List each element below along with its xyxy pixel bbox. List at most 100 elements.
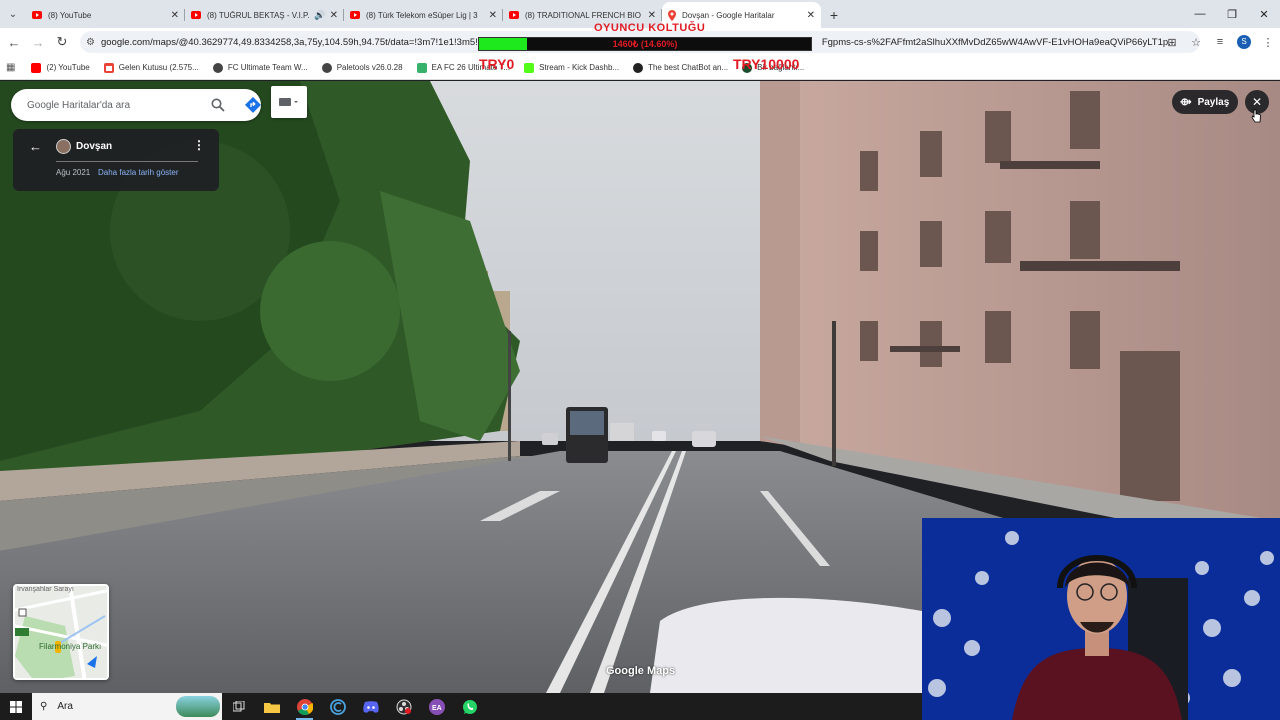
bookmarks-bar: ▦ (2) YouTube Gelen Kutusu (2.575... FC …	[0, 56, 1280, 80]
back-arrow-icon[interactable]: ←	[29, 139, 42, 154]
browser-tab[interactable]: (8) YouTube ✕	[26, 2, 185, 28]
obs-icon[interactable]	[387, 693, 420, 720]
donation-max-label: TRY10000	[733, 56, 800, 72]
media-control-icon[interactable]: ≡	[1208, 36, 1232, 48]
google-maps-watermark: Google Maps	[606, 665, 676, 677]
bookmark-label: Stream - Kick Dashb...	[539, 63, 620, 72]
webcam-overlay	[922, 518, 1280, 720]
bookmark-item[interactable]: Stream - Kick Dashb...	[524, 62, 620, 73]
taskbar-search-placeholder: Ara	[57, 701, 73, 712]
kick-icon	[524, 62, 535, 73]
site-settings-icon[interactable]: ⚙	[86, 37, 95, 48]
bookmark-item[interactable]: Paletools v26.0.28	[321, 62, 403, 73]
tab-label: (8) Türk Telekom eSüper Lig | 3	[366, 10, 478, 20]
youtube-icon	[509, 11, 519, 19]
tab-close-icon[interactable]: ✕	[648, 10, 656, 21]
restore-icon[interactable]: ❐	[1216, 0, 1248, 28]
overlay-title: OYUNCU KOLTUĞU	[594, 22, 706, 34]
ccleaner-icon[interactable]	[321, 693, 354, 720]
youtube-icon	[31, 62, 42, 73]
bookmark-label: FC Ultimate Team W...	[227, 63, 308, 72]
tab-label: (8) TUĞRUL BEKTAŞ - V.I.P.	[207, 10, 310, 20]
avatar[interactable]	[56, 139, 71, 154]
keyboard-shortcuts-button[interactable]	[271, 86, 307, 118]
bookmark-label: (2) YouTube	[46, 63, 90, 72]
minimap-label: İrvanşahlar Sarayı	[17, 586, 74, 593]
menu-icon[interactable]: ⋮	[1256, 36, 1280, 49]
start-button[interactable]	[0, 693, 32, 720]
taskbar-search[interactable]: ⚲ Ara	[32, 693, 222, 720]
install-app-icon[interactable]: ⊞	[1160, 36, 1184, 49]
maps-search-box[interactable]	[11, 89, 261, 121]
ea-fc-icon	[416, 62, 427, 73]
search-icon[interactable]	[211, 98, 225, 112]
tab-close-icon[interactable]: ✕	[330, 10, 338, 21]
minimap-park-label: Filarmoniya Parkı	[39, 642, 102, 651]
windows-taskbar: ⚲ Ara EA	[0, 693, 922, 720]
close-window-icon[interactable]: ✕	[1248, 0, 1280, 28]
more-options-icon[interactable]: ⋮	[193, 138, 205, 152]
windows-logo-icon	[10, 700, 22, 713]
share-button[interactable]: ⟴ Paylaş	[1172, 90, 1238, 114]
file-explorer-icon[interactable]	[255, 693, 288, 720]
donation-progress-bar: 1460₺ (14.60%)	[478, 37, 812, 51]
browser-tab[interactable]: (8) Türk Telekom eSüper Lig | 3 ✕	[344, 2, 503, 28]
back-icon[interactable]: ←	[2, 30, 26, 54]
chrome-icon[interactable]	[288, 693, 321, 720]
bookmark-item[interactable]: (2) YouTube	[31, 62, 90, 73]
bookmark-item[interactable]: The best ChatBot an...	[633, 62, 729, 73]
divider	[56, 161, 198, 162]
bookmark-label: Gelen Kutusu (2.575...	[118, 63, 199, 72]
ea-app-icon[interactable]: EA	[420, 693, 453, 720]
donation-min-label: TRY0	[479, 56, 515, 72]
bookmark-item[interactable]: FC Ultimate Team W...	[212, 62, 308, 73]
capture-date: Ağu 2021	[56, 168, 91, 177]
tab-close-icon[interactable]: ✕	[807, 10, 815, 21]
new-tab-button[interactable]: +	[821, 2, 847, 28]
tab-label: Dovşan - Google Haritalar	[682, 10, 775, 20]
share-label: Paylaş	[1197, 96, 1230, 108]
minimize-icon[interactable]: —	[1184, 0, 1216, 28]
donation-progress-value: 1460₺ (14.60%)	[612, 39, 678, 49]
youtube-icon	[350, 11, 360, 19]
minimap-map	[15, 586, 107, 678]
task-view-icon[interactable]	[222, 693, 255, 720]
palette-icon	[321, 62, 332, 73]
search-highlight-image	[176, 696, 220, 717]
toolbar-right: ⊞ ☆ ≡ S ⋮	[1160, 30, 1280, 54]
tab-close-icon[interactable]: ✕	[489, 10, 497, 21]
bookmark-star-icon[interactable]: ☆	[1184, 36, 1208, 49]
keyboard-icon	[279, 98, 298, 106]
browser-tab[interactable]: (8) TUĞRUL BEKTAŞ - V.I.P. 🔊 ✕	[185, 2, 344, 28]
google-maps-icon	[668, 9, 676, 21]
maps-search-input[interactable]	[27, 99, 197, 111]
place-name: Dovşan	[76, 141, 113, 152]
chatgpt-icon	[633, 62, 644, 73]
bookmark-label: Paletools v26.0.28	[336, 63, 403, 72]
reload-icon[interactable]: ↻	[50, 30, 74, 54]
bookmark-item[interactable]: Gelen Kutusu (2.575...	[103, 62, 199, 73]
apps-grid-icon[interactable]: ▦	[6, 62, 15, 73]
forward-icon[interactable]: →	[26, 30, 50, 54]
bookmark-label: The best ChatBot an...	[648, 63, 729, 72]
profile-avatar[interactable]: S	[1237, 35, 1251, 49]
hand-cursor-icon	[1251, 109, 1261, 123]
directions-icon[interactable]	[245, 97, 261, 113]
webcam-feed	[922, 518, 1280, 720]
tab-close-icon[interactable]: ✕	[171, 10, 179, 21]
whatsapp-icon[interactable]	[453, 693, 486, 720]
tab-label: (8) TRADITIONAL FRENCH BIO	[525, 10, 642, 20]
youtube-icon	[32, 11, 42, 19]
more-dates-link[interactable]: Daha fazla tarih göster	[98, 168, 179, 177]
speaker-icon[interactable]: 🔊	[314, 10, 325, 21]
close-icon: ✕	[1251, 95, 1263, 109]
street-view-minimap[interactable]: İrvanşahlar Sarayı Filarmoniya Parkı	[13, 584, 109, 680]
street-view-info-card: ← Dovşan ⋮ Ağu 2021 Daha fazla tarih gös…	[13, 129, 219, 191]
youtube-icon	[191, 11, 201, 19]
search-icon: ⚲	[40, 701, 48, 712]
share-icon: ⟴	[1180, 96, 1192, 108]
window-controls: — ❐ ✕	[1184, 0, 1280, 28]
tab-search-button[interactable]: ⌄	[0, 0, 26, 28]
discord-icon[interactable]	[354, 693, 387, 720]
tab-label: (8) YouTube	[48, 10, 92, 20]
